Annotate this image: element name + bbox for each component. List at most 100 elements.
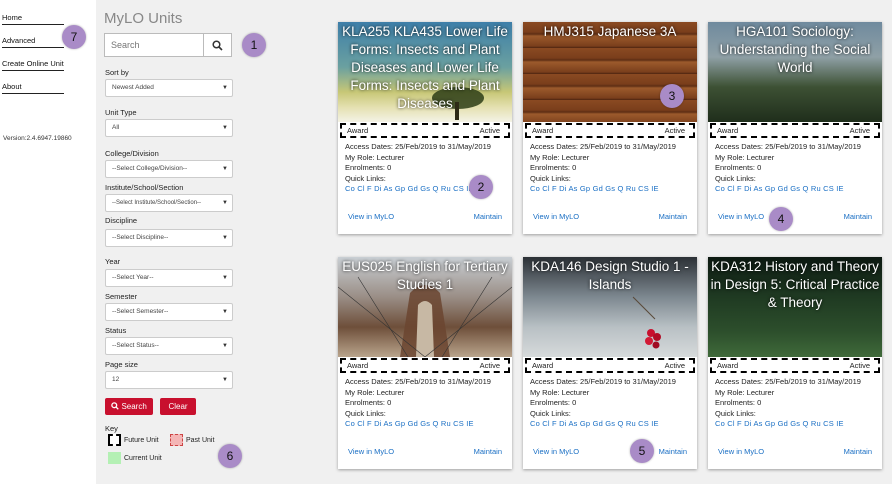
nav-item-advanced[interactable]: Advanced — [2, 26, 64, 48]
unit-status-bar: Award Active — [340, 123, 510, 138]
quick-links[interactable]: Co Cl F Di As Gp Gd Gs Q Ru CS IE — [530, 184, 676, 195]
discipline-label: Discipline — [105, 216, 138, 225]
maintain-link[interactable]: Maintain — [659, 212, 687, 221]
view-in-mylo-link[interactable]: View in MyLO — [718, 447, 764, 456]
unit-image: KDA146 Design Studio 1 - Islands — [523, 257, 697, 357]
unit-image: KLA255 KLA435 Lower Life Forms: Insects … — [338, 22, 512, 122]
search-button[interactable]: Search — [105, 398, 153, 415]
callout-badge-1: 1 — [242, 33, 266, 57]
key-current-label: Current Unit — [124, 454, 162, 462]
unit-info: Access Dates: 25/Feb/2019 to 31/May/2019… — [530, 142, 676, 195]
quick-links-label: Quick Links: — [530, 173, 571, 183]
semester-select[interactable]: --Select Semester-- ▼ — [105, 303, 233, 321]
college-select[interactable]: --Select College/Division-- ▼ — [105, 160, 233, 178]
nav-item-home[interactable]: Home — [2, 3, 64, 25]
status-text: Active — [479, 126, 500, 135]
search-icon — [212, 39, 223, 51]
nav-item-about[interactable]: About — [2, 72, 64, 94]
unit-image: HGA101 Sociology: Understanding the Soci… — [708, 22, 882, 122]
nav-item-create-online-unit[interactable]: Create Online Unit — [2, 49, 64, 71]
enrolments: Enrolments: 0 — [345, 163, 392, 172]
unit-type-select[interactable]: All ▼ — [105, 119, 233, 137]
sort-by-label: Sort by — [105, 68, 129, 77]
access-dates: Access Dates: 25/Feb/2019 to 31/May/2019 — [530, 377, 676, 386]
unit-title: KLA255 KLA435 Lower Life Forms: Insects … — [342, 24, 508, 111]
status-text: Active — [849, 361, 870, 370]
status-select[interactable]: --Select Status-- ▼ — [105, 337, 233, 355]
year-value: --Select Year-- — [112, 274, 154, 281]
discipline-select[interactable]: --Select Discipline-- ▼ — [105, 229, 233, 247]
unit-card: KDA312 History and Theory in Design 5: C… — [708, 257, 882, 469]
role: My Role: Lecturer — [530, 387, 590, 397]
unit-title: KDA312 History and Theory in Design 5: C… — [710, 259, 880, 310]
enrolments: Enrolments: 0 — [530, 398, 577, 407]
key-past-unit: Past Unit — [170, 434, 214, 446]
page-size-label: Page size — [105, 360, 138, 369]
role: My Role: Lecturer — [530, 152, 590, 162]
key-past-label: Past Unit — [186, 436, 215, 444]
unit-info: Access Dates: 25/Feb/2019 to 31/May/2019… — [715, 142, 861, 195]
award-text: Award — [717, 361, 739, 370]
award-text: Award — [532, 361, 554, 370]
unit-type-value: All — [112, 124, 120, 131]
access-dates: Access Dates: 25/Feb/2019 to 31/May/2019 — [345, 142, 491, 151]
quick-links-label: Quick Links: — [345, 408, 386, 418]
view-in-mylo-link[interactable]: View in MyLO — [348, 447, 394, 456]
award-text: Award — [532, 126, 554, 135]
callout-badge-7: 7 — [62, 25, 86, 49]
chevron-down-icon: ▼ — [222, 125, 228, 131]
role: My Role: Lecturer — [715, 152, 775, 162]
quick-links[interactable]: Co Cl F Di As Gp Gd Gs Q Ru CS IE — [715, 419, 861, 430]
award-text: Award — [347, 361, 369, 370]
maintain-link[interactable]: Maintain — [844, 447, 872, 456]
maintain-link[interactable]: Maintain — [474, 212, 502, 221]
maintain-link[interactable]: Maintain — [844, 212, 872, 221]
unit-title: EUS025 English for Tertiary Studies 1 — [342, 259, 508, 292]
key-label: Key — [105, 424, 118, 433]
unit-title: KDA146 Design Studio 1 - Islands — [531, 259, 689, 292]
version-text: Version:2.4.6947.19860 — [3, 135, 72, 142]
chevron-down-icon: ▼ — [222, 343, 228, 349]
enrolments: Enrolments: 0 — [715, 398, 762, 407]
unit-status-bar: Award Active — [710, 358, 880, 373]
unit-title: HMJ315 Japanese 3A — [543, 24, 677, 39]
callout-badge-3: 3 — [660, 84, 684, 108]
maintain-link[interactable]: Maintain — [474, 447, 502, 456]
view-in-mylo-link[interactable]: View in MyLO — [533, 447, 579, 456]
institute-value: --Select Institute/School/Section-- — [112, 200, 202, 206]
search-box — [104, 33, 232, 57]
left-nav: Home Advanced Create Online Unit About V… — [0, 0, 96, 484]
chevron-down-icon: ▼ — [222, 275, 228, 281]
chevron-down-icon: ▼ — [222, 166, 228, 172]
quick-links[interactable]: Co Cl F Di As Gp Gd Gs Q Ru CS IE — [715, 184, 861, 195]
chevron-down-icon: ▼ — [222, 85, 228, 91]
quick-links-label: Quick Links: — [530, 408, 571, 418]
role: My Role: Lecturer — [345, 152, 405, 162]
status-text: Active — [479, 361, 500, 370]
unit-card: KLA255 KLA435 Lower Life Forms: Insects … — [338, 22, 512, 234]
year-select[interactable]: --Select Year-- ▼ — [105, 269, 233, 287]
key-future-label: Future Unit — [124, 436, 159, 444]
search-input[interactable] — [105, 34, 203, 56]
institute-label: Institute/School/Section — [105, 183, 184, 192]
unit-info: Access Dates: 25/Feb/2019 to 31/May/2019… — [715, 377, 861, 430]
view-in-mylo-link[interactable]: View in MyLO — [348, 212, 394, 221]
quick-links[interactable]: Co Cl F Di As Gp Gd Gs Q Ru CS IE — [345, 419, 491, 430]
view-in-mylo-link[interactable]: View in MyLO — [533, 212, 579, 221]
unit-status-bar: Award Active — [710, 123, 880, 138]
page-size-select[interactable]: 12 ▼ — [105, 371, 233, 389]
institute-select[interactable]: --Select Institute/School/Section-- ▼ — [105, 194, 233, 212]
chevron-down-icon: ▼ — [222, 309, 228, 315]
discipline-value: --Select Discipline-- — [112, 234, 169, 241]
semester-value: --Select Semester-- — [112, 308, 169, 315]
search-icon-button[interactable] — [203, 34, 231, 56]
maintain-link[interactable]: Maintain — [659, 447, 687, 456]
college-value: --Select College/Division-- — [112, 165, 188, 172]
status-text: Active — [664, 361, 685, 370]
sort-by-select[interactable]: Newest Added ▼ — [105, 79, 233, 97]
access-dates: Access Dates: 25/Feb/2019 to 31/May/2019 — [715, 142, 861, 151]
search-button-label: Search — [121, 402, 147, 411]
quick-links[interactable]: Co Cl F Di As Gp Gd Gs Q Ru CS IE — [530, 419, 676, 430]
view-in-mylo-link[interactable]: View in MyLO — [718, 212, 764, 221]
clear-button[interactable]: Clear — [160, 398, 196, 415]
